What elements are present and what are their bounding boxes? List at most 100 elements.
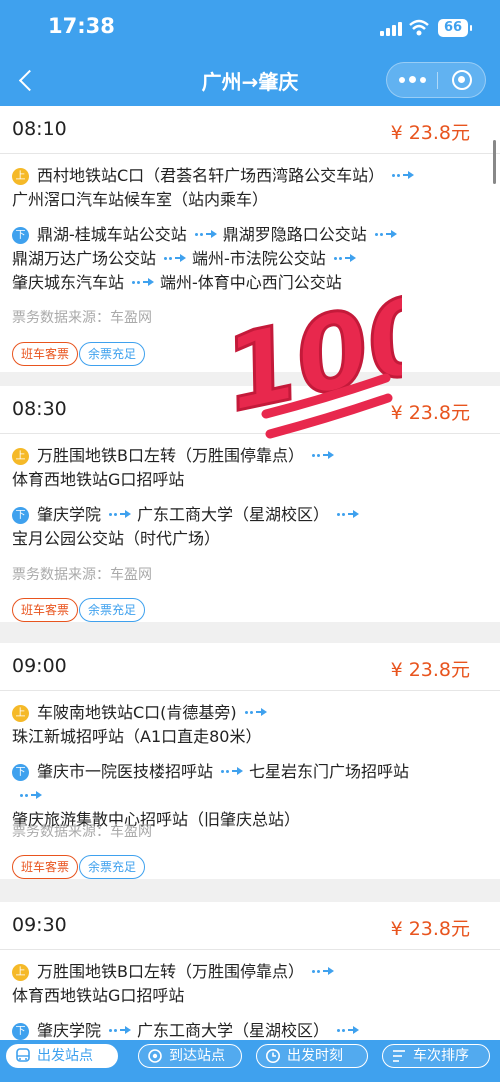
status-time: 17:38: [48, 14, 115, 38]
tag-seats-available[interactable]: 余票充足: [79, 855, 146, 879]
bus-icon: [16, 1048, 30, 1062]
station-name: 广东工商大学（星湖校区）: [137, 505, 330, 524]
alighting-badge-icon: 下: [12, 764, 29, 781]
ticket-price: ¥ 23.8元: [390, 402, 470, 424]
station-name: 宝月公园公交站（时代广场）: [12, 529, 221, 548]
alighting-badge-icon: 下: [12, 1023, 29, 1040]
boarding-badge-icon: 上: [12, 168, 29, 185]
location-pin-icon: [148, 1049, 162, 1063]
tag-bus-ticket[interactable]: 班车客票: [12, 598, 79, 622]
arrow-icon: [333, 254, 356, 262]
departure-time: 09:30: [12, 914, 67, 936]
back-arrow-icon[interactable]: [14, 66, 40, 96]
arrow-icon: [164, 254, 187, 262]
alighting-badge-icon: 下: [12, 227, 29, 244]
arrow-icon: [132, 278, 155, 286]
alighting-stations: 下鼎湖-桂城车站公交站 鼎湖罗隐路口公交站 鼎湖万达广场公交站 端州-市法院公交站 …: [12, 223, 432, 295]
arrow-icon: [337, 1026, 360, 1034]
boarding-stations: 上万胜围地铁B口左转（万胜围停靠点） 体育西地铁站G口招呼站: [12, 444, 432, 492]
battery-icon: 66: [438, 19, 472, 37]
tag-bus-ticket[interactable]: 班车客票: [12, 342, 79, 366]
filter-label: 出发时刻: [287, 1048, 343, 1064]
station-name: 万胜围地铁B口左转（万胜围停靠点）: [37, 446, 304, 465]
arrow-icon: [194, 230, 217, 238]
station-name: 鼎湖万达广场公交站: [12, 249, 157, 268]
bottom-filter-bar: 出发站点 到达站点 出发时刻 车次排序: [0, 1040, 500, 1082]
filter-label: 出发站点: [37, 1048, 93, 1064]
scrollbar[interactable]: [493, 140, 496, 184]
station-name: 广东工商大学（星湖校区）: [137, 1021, 330, 1040]
boarding-badge-icon: 上: [12, 448, 29, 465]
trip-card-header: 09:30 ¥ 23.8元: [0, 902, 500, 950]
station-name: 七星岩东门广场招呼站: [249, 762, 410, 781]
boarding-badge-icon: 上: [12, 705, 29, 722]
boarding-stations: 上车陂南地铁站C口(肯德基旁) 珠江新城招呼站（A1口直走80米）: [12, 701, 432, 749]
alighting-badge-icon: 下: [12, 507, 29, 524]
departure-time: 08:30: [12, 398, 67, 420]
station-name: 肇庆市一院医技楼招呼站: [37, 762, 214, 781]
page-title: 广州→肇庆: [201, 70, 299, 94]
departure-time: 08:10: [12, 118, 67, 140]
ticket-source: 票务数据来源：车盈网: [12, 567, 152, 583]
clock-icon: [266, 1049, 280, 1063]
mini-program-capsule: [386, 62, 486, 98]
filter-departure-station[interactable]: 出发站点: [6, 1044, 118, 1068]
arrow-icon: [109, 510, 132, 518]
trip-card[interactable]: 09:00 ¥ 23.8元 上车陂南地铁站C口(肯德基旁) 珠江新城招呼站（A1…: [0, 643, 500, 879]
header: 17:38 66 广州→肇庆: [0, 0, 500, 106]
wifi-icon: [409, 19, 429, 36]
close-target-icon[interactable]: [438, 63, 486, 97]
navbar: 广州→肇庆: [0, 56, 500, 106]
station-name: 肇庆城东汽车站: [12, 273, 125, 292]
station-name: 体育西地铁站G口招呼站: [12, 470, 185, 489]
arrow-icon: [337, 510, 360, 518]
alighting-stations: 下肇庆学院 广东工商大学（星湖校区）: [12, 1019, 432, 1040]
departure-time: 09:00: [12, 655, 67, 677]
trip-card-header: 08:10 ¥ 23.8元: [0, 106, 500, 154]
trip-card[interactable]: 09:30 ¥ 23.8元 上万胜围地铁B口左转（万胜围停靠点） 体育西地铁站G…: [0, 902, 500, 1040]
station-name: 肇庆学院: [37, 505, 102, 524]
svg-text:100: 100: [218, 286, 402, 436]
station-name: 鼎湖-桂城车站公交站: [37, 225, 187, 244]
arrow-icon: [109, 1026, 132, 1034]
tag-seats-available[interactable]: 余票充足: [79, 598, 146, 622]
filter-arrival-station[interactable]: 到达站点: [138, 1044, 242, 1068]
station-name: 体育西地铁站G口招呼站: [12, 986, 185, 1005]
station-name: 广州滘口汽车站候车室（站内乘车）: [12, 190, 269, 209]
station-name: 万胜围地铁B口左转（万胜围停靠点）: [37, 962, 304, 981]
filter-label: 车次排序: [413, 1048, 469, 1064]
station-name: 珠江新城招呼站（A1口直走80米）: [12, 727, 262, 746]
boarding-badge-icon: 上: [12, 964, 29, 981]
tag-bus-ticket[interactable]: 班车客票: [12, 855, 79, 879]
arrow-icon: [221, 767, 244, 775]
station-name: 端州-市法院公交站: [192, 249, 326, 268]
filter-sort-order[interactable]: 车次排序: [382, 1044, 490, 1068]
more-icon[interactable]: [387, 63, 437, 97]
sort-icon: [393, 1050, 405, 1062]
trip-card-header: 09:00 ¥ 23.8元: [0, 643, 500, 691]
arrow-icon: [244, 708, 267, 716]
arrow-icon: [311, 451, 334, 459]
ticket-price: ¥ 23.8元: [390, 122, 470, 144]
arrow-icon: [311, 967, 334, 975]
filter-departure-time[interactable]: 出发时刻: [256, 1044, 368, 1068]
station-name: 西村地铁站C口（君荟名轩广场西湾路公交车站）: [37, 166, 385, 185]
arrow-icon: [392, 171, 415, 179]
signal-icon: [380, 22, 402, 36]
alighting-stations: 下肇庆学院 广东工商大学（星湖校区） 宝月公园公交站（时代广场）: [12, 503, 432, 551]
boarding-stations: 上西村地铁站C口（君荟名轩广场西湾路公交车站） 广州滘口汽车站候车室（站内乘车）: [12, 164, 432, 212]
boarding-stations: 上万胜围地铁B口左转（万胜围停靠点） 体育西地铁站G口招呼站: [12, 960, 432, 1008]
hundred-points-sticker: 100: [218, 286, 402, 439]
ticket-source: 票务数据来源：车盈网: [12, 310, 152, 326]
arrow-icon: [374, 230, 397, 238]
tag-seats-available[interactable]: 余票充足: [79, 342, 146, 366]
ticket-price: ¥ 23.8元: [390, 918, 470, 940]
arrow-icon: [20, 791, 42, 799]
station-name: 肇庆学院: [37, 1021, 102, 1040]
ticket-price: ¥ 23.8元: [390, 659, 470, 681]
filter-label: 到达站点: [169, 1048, 225, 1064]
station-name: 车陂南地铁站C口(肯德基旁): [37, 703, 237, 722]
status-bar: 17:38 66: [0, 0, 500, 56]
station-name: 鼎湖罗隐路口公交站: [222, 225, 367, 244]
ticket-source: 票务数据来源：车盈网: [12, 824, 152, 840]
